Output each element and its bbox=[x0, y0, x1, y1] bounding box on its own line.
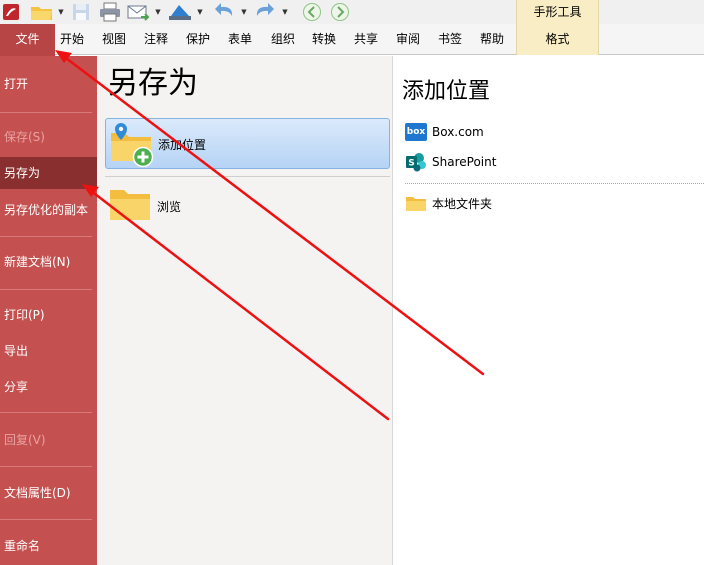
tab-comment[interactable]: 注释 bbox=[139, 24, 173, 55]
tab-convert[interactable]: 转换 bbox=[307, 24, 341, 55]
undo-dropdown-icon[interactable]: ▼ bbox=[240, 2, 248, 22]
tab-organize[interactable]: 组织 bbox=[266, 24, 300, 55]
local-folder-icon bbox=[405, 194, 427, 212]
nav-item-document-properties[interactable]: 文档属性(D) bbox=[0, 477, 97, 509]
provider-divider bbox=[405, 183, 704, 184]
tab-protect[interactable]: 保护 bbox=[181, 24, 215, 55]
page-title: 另存为 bbox=[108, 66, 198, 101]
nav-item-save[interactable]: 保存(S) bbox=[0, 121, 97, 153]
open-folder-icon[interactable] bbox=[30, 2, 54, 22]
add-location-icon bbox=[109, 121, 157, 170]
box-provider-item[interactable]: box Box.com bbox=[405, 122, 484, 142]
nav-item-save-optimized-copy[interactable]: 另存优化的副本 bbox=[0, 194, 97, 226]
tab-home[interactable]: 开始 bbox=[55, 24, 89, 55]
email-icon[interactable] bbox=[125, 2, 151, 22]
save-as-pane: 另存为 添加位置 浏览 bbox=[97, 56, 393, 565]
tab-file[interactable]: 文件 bbox=[0, 24, 55, 56]
email-dropdown-icon[interactable]: ▼ bbox=[154, 2, 162, 22]
nav-divider bbox=[0, 112, 92, 113]
back-icon[interactable] bbox=[301, 2, 323, 22]
nav-divider bbox=[0, 519, 92, 520]
nav-item-print[interactable]: 打印(P) bbox=[0, 299, 97, 331]
tab-form[interactable]: 表单 bbox=[223, 24, 257, 55]
scan-icon[interactable] bbox=[166, 2, 194, 22]
sharepoint-icon: S bbox=[405, 152, 427, 172]
sharepoint-provider-label: SharePoint bbox=[432, 155, 497, 169]
nav-divider bbox=[0, 466, 92, 467]
nav-item-open[interactable]: 打开 bbox=[0, 68, 97, 100]
tab-bookmark[interactable]: 书签 bbox=[433, 24, 467, 55]
tab-help[interactable]: 帮助 bbox=[475, 24, 509, 55]
redo-icon[interactable] bbox=[251, 2, 277, 22]
add-location-title: 添加位置 bbox=[402, 79, 491, 104]
open-dropdown-icon[interactable]: ▼ bbox=[57, 2, 65, 22]
nav-divider bbox=[0, 289, 92, 290]
nav-item-new-document[interactable]: 新建文档(N) bbox=[0, 246, 97, 278]
scan-dropdown-icon[interactable]: ▼ bbox=[196, 2, 204, 22]
nav-item-rename[interactable]: 重命名 bbox=[0, 530, 97, 562]
box-provider-label: Box.com bbox=[432, 125, 484, 139]
sharepoint-provider-item[interactable]: S SharePoint bbox=[405, 152, 496, 172]
box-logo-icon: box bbox=[405, 123, 427, 141]
add-location-label: 添加位置 bbox=[158, 138, 207, 152]
forward-icon[interactable] bbox=[329, 2, 351, 22]
section-divider bbox=[105, 176, 390, 177]
tab-view[interactable]: 视图 bbox=[97, 24, 131, 55]
nav-divider bbox=[0, 412, 92, 413]
nav-item-save-as[interactable]: 另存为 bbox=[0, 157, 97, 189]
undo-icon[interactable] bbox=[212, 2, 238, 22]
print-icon[interactable] bbox=[97, 2, 123, 22]
svg-text:S: S bbox=[408, 159, 414, 169]
context-group-title: 手形工具 bbox=[516, 0, 599, 24]
nav-item-share[interactable]: 分享 bbox=[0, 371, 97, 403]
add-location-pane: 添加位置 box Box.com S SharePoint 本地文件夹 bbox=[394, 56, 704, 565]
folder-icon bbox=[108, 186, 154, 225]
add-location-button[interactable]: 添加位置 bbox=[105, 118, 390, 169]
browse-button[interactable]: 浏览 bbox=[105, 182, 390, 226]
save-icon[interactable] bbox=[70, 2, 92, 22]
nav-item-revert[interactable]: 回复(V) bbox=[0, 424, 97, 456]
local-folder-label: 本地文件夹 bbox=[432, 196, 493, 211]
tab-format[interactable]: 格式 bbox=[516, 24, 599, 55]
browse-label: 浏览 bbox=[157, 200, 182, 214]
nav-divider bbox=[0, 236, 92, 237]
tab-review[interactable]: 审阅 bbox=[391, 24, 425, 55]
quick-access-toolbar: ▼ ▼ ▼ ▼ ▼ 手形工具 bbox=[0, 0, 704, 24]
nav-item-export[interactable]: 导出 bbox=[0, 335, 97, 367]
local-folder-item[interactable]: 本地文件夹 bbox=[405, 193, 492, 213]
redo-dropdown-icon[interactable]: ▼ bbox=[281, 2, 289, 22]
tab-share[interactable]: 共享 bbox=[349, 24, 383, 55]
backstage-nav: 打开 保存(S) 另存为 另存优化的副本 新建文档(N) 打印(P) 导出 分享… bbox=[0, 56, 97, 565]
app-logo-icon[interactable] bbox=[2, 2, 20, 22]
